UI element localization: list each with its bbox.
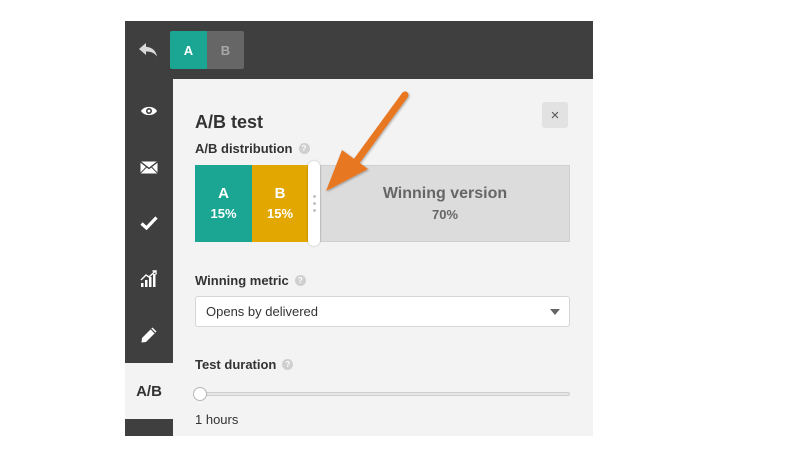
sidebar-item-approve[interactable] xyxy=(125,195,173,251)
top-bar: A B xyxy=(125,21,593,79)
grip-dot xyxy=(312,209,316,212)
winning-metric-value: Opens by delivered xyxy=(206,304,319,319)
close-icon: × xyxy=(550,106,560,124)
winning-metric-label: Winning metric ? xyxy=(195,273,306,288)
grip-dot xyxy=(312,202,316,205)
winning-metric-select[interactable]: Opens by delivered xyxy=(195,296,570,327)
close-button[interactable]: × xyxy=(542,102,568,128)
segment-name: A xyxy=(218,185,229,202)
bar-chart-icon xyxy=(140,270,157,287)
winning-metric-label-text: Winning metric xyxy=(195,273,289,288)
segment-percent: 70% xyxy=(431,207,459,222)
grip-dot xyxy=(312,195,316,198)
envelope-icon xyxy=(140,160,158,174)
test-duration-value: 1 hours xyxy=(195,412,239,427)
segment-percent: 15% xyxy=(266,206,294,221)
segment-percent: 15% xyxy=(210,206,237,221)
distribution-segment-a: A 15% xyxy=(195,165,252,242)
test-duration-slider[interactable] xyxy=(193,387,570,401)
panel-title: A/B test xyxy=(195,112,264,132)
distribution-segment-b: B 15% xyxy=(252,165,308,242)
version-toggle: A B xyxy=(170,31,244,69)
distribution-bar: A 15% B 15% Winning version 70% xyxy=(195,161,570,246)
help-icon[interactable]: ? xyxy=(282,359,294,370)
sidebar-item-edit[interactable] xyxy=(125,307,173,363)
sidebar: A/B xyxy=(125,79,173,436)
slider-handle[interactable] xyxy=(193,387,207,401)
help-icon[interactable]: ? xyxy=(294,275,306,286)
sidebar-item-label: A/B xyxy=(136,382,162,400)
test-duration-label-text: Test duration xyxy=(195,357,277,372)
distribution-drag-handle[interactable] xyxy=(308,161,320,246)
distribution-label: A/B distribution ? xyxy=(195,141,310,156)
segment-name: B xyxy=(274,185,286,202)
version-a-tab[interactable]: A xyxy=(170,31,207,69)
back-button[interactable] xyxy=(125,21,170,79)
test-duration-label: Test duration ? xyxy=(195,357,294,372)
back-arrow-icon xyxy=(138,43,157,57)
distribution-segment-winning: Winning version 70% xyxy=(320,165,570,242)
ab-test-editor: A B A/B A/B test × A/B distribution ? A … xyxy=(125,21,593,436)
checkmark-icon xyxy=(140,216,158,230)
version-b-tab[interactable]: B xyxy=(207,31,244,69)
slider-track xyxy=(195,392,570,396)
ab-test-panel: A/B test × A/B distribution ? A 15% B 15… xyxy=(173,79,593,436)
segment-name: Winning version xyxy=(382,185,508,202)
sidebar-item-email[interactable] xyxy=(125,139,173,195)
sidebar-item-preview[interactable] xyxy=(125,83,173,139)
distribution-label-text: A/B distribution xyxy=(195,141,293,156)
help-icon[interactable]: ? xyxy=(298,143,310,154)
eye-icon xyxy=(141,106,157,116)
chevron-down-icon xyxy=(550,309,560,315)
pencil-icon xyxy=(141,327,157,343)
sidebar-item-ab-test[interactable]: A/B xyxy=(125,363,173,419)
sidebar-item-reports[interactable] xyxy=(125,251,173,307)
